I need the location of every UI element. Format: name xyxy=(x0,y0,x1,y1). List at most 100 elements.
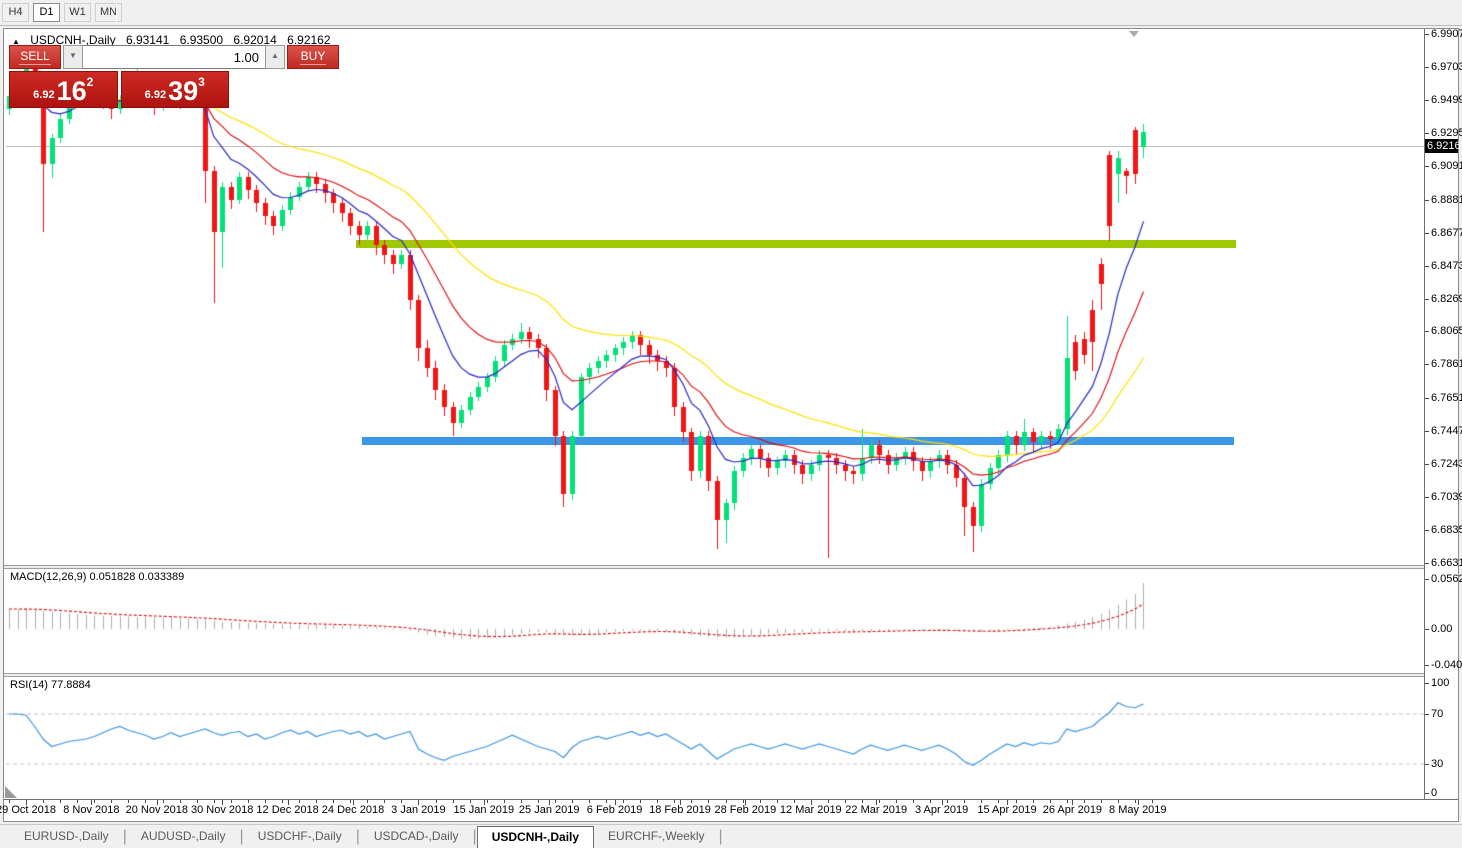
price-tick: 6.68350 xyxy=(1431,524,1462,536)
tab-divider: | xyxy=(718,828,723,845)
series-start-marker-icon xyxy=(5,786,17,798)
date-minor-tickmark xyxy=(538,800,539,803)
symbol-tab-usdcnh-daily[interactable]: USDCNH-,Daily xyxy=(476,826,595,848)
date-minor-tickmark xyxy=(350,800,351,803)
date-tick-label: 6 Feb 2019 xyxy=(586,804,643,816)
date-minor-tickmark xyxy=(282,800,283,803)
date-minor-tickmark xyxy=(879,800,880,803)
date-tick-label: 24 Dec 2018 xyxy=(321,804,385,816)
rsi-tick-tickmark xyxy=(1425,714,1429,715)
date-minor-tickmark xyxy=(1118,800,1119,803)
price-tick: 6.88810 xyxy=(1431,194,1462,206)
date-minor-tickmark xyxy=(145,800,146,803)
date-minor-tickmark xyxy=(487,800,488,803)
price-chart-canvas[interactable] xyxy=(6,31,1424,799)
date-minor-tickmark xyxy=(248,800,249,803)
date-minor-tickmark xyxy=(43,800,44,803)
sell-price-box[interactable]: 6.92 16 2 xyxy=(9,71,118,108)
date-minor-tickmark xyxy=(521,800,522,803)
date-minor-tickmark xyxy=(1050,800,1051,803)
symbol-tab-usdchf-daily[interactable]: USDCHF-,Daily xyxy=(244,826,356,847)
date-axis[interactable]: 29 Oct 2018 8 Nov 2018 20 Nov 2018 30 Nov 2… xyxy=(0,800,1458,821)
date-minor-tickmark xyxy=(674,800,675,803)
price-tick: 6.94990 xyxy=(1431,94,1462,106)
date-minor-tickmark xyxy=(913,800,914,803)
date-minor-tickmark xyxy=(998,800,999,803)
macd-tick: 0.056211 xyxy=(1431,573,1462,585)
symbol-tab-audusd-daily[interactable]: AUDUSD-,Daily xyxy=(127,826,240,847)
sell-price-point: 2 xyxy=(86,75,94,89)
price-tick: 6.80650 xyxy=(1431,325,1462,337)
rsi-tick-tickmark xyxy=(1425,793,1429,794)
date-minor-tickmark xyxy=(794,800,795,803)
date-tick-label: 18 Feb 2019 xyxy=(649,804,711,816)
date-minor-tickmark xyxy=(436,800,437,803)
buy-button[interactable]: BUY xyxy=(287,45,339,69)
rsi-tick: 100 xyxy=(1431,677,1450,689)
timeframe-button-w1[interactable]: W1 xyxy=(64,3,91,22)
date-minor-tickmark xyxy=(862,800,863,803)
sell-price-pips: 16 xyxy=(56,76,87,106)
symbol-tab-eurusd-daily[interactable]: EURUSD-,Daily xyxy=(10,826,123,847)
rsi-pane-label: RSI(14) 77.8884 xyxy=(10,679,91,691)
chart-shift-marker-icon[interactable] xyxy=(1129,31,1139,37)
date-minor-tickmark xyxy=(333,800,334,803)
pane-separator-rsi[interactable] xyxy=(4,673,1458,677)
date-minor-tickmark xyxy=(77,800,78,803)
date-minor-tickmark xyxy=(470,800,471,803)
price-tick: 6.74470 xyxy=(1431,425,1462,437)
macd-tick: 0.00 xyxy=(1431,623,1453,635)
date-minor-tickmark xyxy=(163,800,164,803)
date-tickmark xyxy=(1138,800,1139,805)
price-tick-tickmark xyxy=(1425,133,1429,134)
date-tickmark xyxy=(484,800,485,805)
price-tick: 6.82690 xyxy=(1431,293,1462,305)
buy-price-box[interactable]: 6.92 39 3 xyxy=(120,71,229,108)
date-tick-label: 15 Jan 2019 xyxy=(453,804,515,816)
date-minor-tickmark xyxy=(265,800,266,803)
sell-button-label: SELL xyxy=(19,49,51,65)
pane-separator-macd[interactable] xyxy=(4,565,1458,569)
chart-window: ▲ USDCNH-,Daily 6.93141 6.93500 6.92014 … xyxy=(0,28,1462,822)
buy-price-pips: 39 xyxy=(168,76,199,106)
volume-decrease-button[interactable]: ▼ xyxy=(63,45,83,69)
rsi-tick: 0 xyxy=(1431,787,1438,799)
volume-input[interactable] xyxy=(83,45,265,69)
date-tickmark xyxy=(942,800,943,805)
date-minor-tickmark xyxy=(760,800,761,803)
symbol-tab-usdcad-daily[interactable]: USDCAD-,Daily xyxy=(360,826,473,847)
date-minor-tickmark xyxy=(504,800,505,803)
symbol-tab-eurchf-weekly[interactable]: EURCHF-,Weekly xyxy=(594,826,718,847)
date-minor-tickmark xyxy=(828,800,829,803)
macd-pane-label: MACD(12,26,9) 0.051828 0.033389 xyxy=(10,571,185,583)
rsi-tick-tickmark xyxy=(1425,683,1429,684)
date-minor-tickmark xyxy=(180,800,181,803)
current-price-tag: 6.92162 xyxy=(1425,139,1462,153)
price-tick-tickmark xyxy=(1425,266,1429,267)
price-tick-tickmark xyxy=(1425,464,1429,465)
date-minor-tickmark xyxy=(26,800,27,803)
timeframe-button-mn[interactable]: MN xyxy=(95,3,123,22)
timeframe-button-d1[interactable]: D1 xyxy=(33,3,60,22)
price-tick-tickmark xyxy=(1425,530,1429,531)
date-tick-label: 30 Nov 2018 xyxy=(190,804,254,816)
date-tickmark xyxy=(745,800,746,805)
timeframe-button-h4[interactable]: H4 xyxy=(2,3,29,22)
buy-price-point: 3 xyxy=(198,75,205,89)
macd-tick-tickmark xyxy=(1425,665,1429,666)
date-minor-tickmark xyxy=(316,800,317,803)
date-minor-tickmark xyxy=(623,800,624,803)
date-tickmark xyxy=(549,800,550,805)
date-minor-tickmark xyxy=(555,800,556,803)
price-tick-tickmark xyxy=(1425,200,1429,201)
price-axis[interactable]: 6.92162 6.99070 6.97030 6.94990 6.92950 6.90… xyxy=(1425,28,1462,799)
volume-increase-button[interactable]: ▲ xyxy=(265,45,285,69)
rsi-tick: 70 xyxy=(1431,708,1444,720)
buy-price-big-figure: 6.92 xyxy=(144,89,167,101)
date-tickmark xyxy=(91,800,92,805)
date-minor-tickmark xyxy=(930,800,931,803)
date-tickmark xyxy=(288,800,289,805)
price-tick: 6.90910 xyxy=(1431,160,1462,172)
sell-button[interactable]: SELL xyxy=(9,45,61,69)
price-tick-tickmark xyxy=(1425,364,1429,365)
